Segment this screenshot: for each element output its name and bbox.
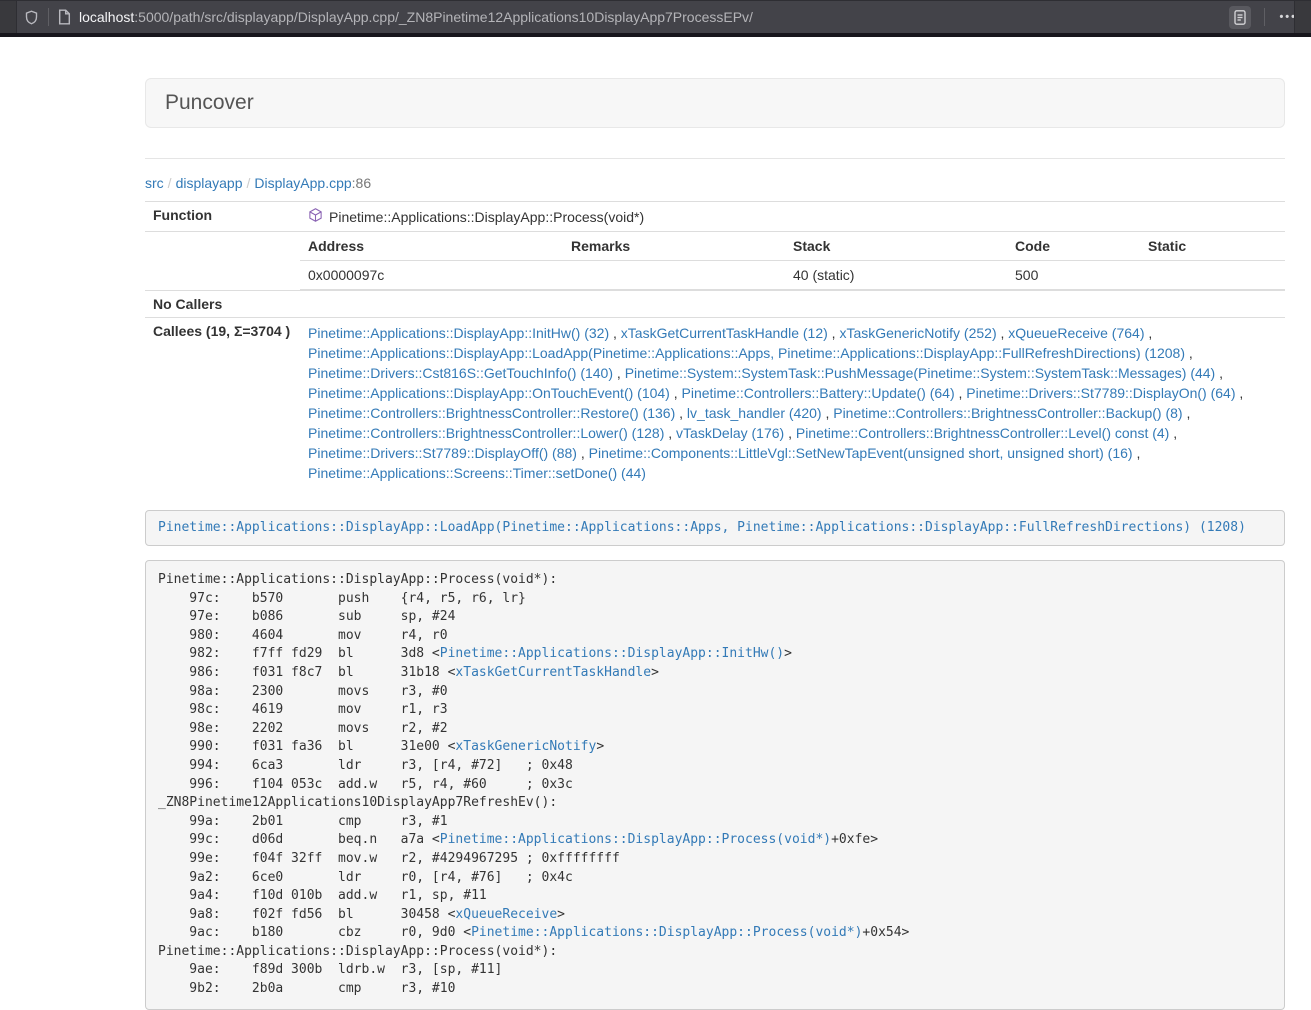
- details-header-row: Address Remarks Stack Code Static: [300, 232, 1285, 261]
- callee-link[interactable]: xTaskGetCurrentTaskHandle (12): [621, 325, 828, 341]
- window-edge: [1294, 1, 1311, 33]
- column-header-remarks: Remarks: [563, 232, 785, 261]
- window-divider: [0, 33, 1311, 37]
- callee-link[interactable]: Pinetime::Applications::DisplayApp::OnTo…: [308, 385, 670, 401]
- breadcrumb-line-number: :86: [352, 175, 371, 191]
- callee-link[interactable]: Pinetime::Drivers::St7789::DisplayOn() (…: [966, 385, 1235, 401]
- highlighted-symbol-banner: Pinetime::Applications::DisplayApp::Load…: [145, 510, 1285, 546]
- callee-link[interactable]: Pinetime::Components::LittleVgl::SetNewT…: [589, 445, 1133, 461]
- callees-label: Callees (19, Σ=3704 ): [145, 318, 300, 489]
- callee-link[interactable]: Pinetime::Applications::DisplayApp::Init…: [308, 325, 609, 341]
- loadapp-symbol-link[interactable]: Pinetime::Applications::DisplayApp::Load…: [158, 520, 1246, 535]
- url-bar[interactable]: localhost:5000/path/src/displayapp/Displ…: [79, 9, 1229, 25]
- page-container: Puncover src/displayapp/DisplayApp.cpp:8…: [145, 78, 1285, 1010]
- no-callers-label: No Callers: [145, 291, 300, 318]
- breadcrumb-link-file[interactable]: DisplayApp.cpp: [254, 175, 351, 191]
- column-header-static: Static: [1140, 232, 1285, 261]
- table-row-callees: Callees (19, Σ=3704 ) Pinetime::Applicat…: [145, 318, 1285, 489]
- details-data-row: 0x0000097c 40 (static) 500: [300, 261, 1285, 290]
- callee-link[interactable]: Pinetime::Drivers::St7789::DisplayOff() …: [308, 445, 577, 461]
- window-edge: [0, 1, 17, 33]
- callee-link[interactable]: Pinetime::Controllers::BrightnessControl…: [796, 425, 1169, 441]
- table-row-details: Address Remarks Stack Code Static 0x0000…: [145, 232, 1285, 291]
- asm-symbol-link[interactable]: Pinetime::Applications::DisplayApp::Init…: [440, 646, 784, 661]
- callee-link[interactable]: Pinetime::Applications::Screens::Timer::…: [308, 465, 646, 481]
- toolbar-separator: [48, 8, 49, 26]
- cube-icon: [308, 207, 323, 226]
- asm-symbol-link[interactable]: xTaskGetCurrentTaskHandle: [455, 665, 651, 680]
- callee-link[interactable]: lv_task_handler (420): [687, 405, 822, 421]
- asm-symbol-link[interactable]: Pinetime::Applications::DisplayApp::Proc…: [471, 925, 862, 940]
- callee-link[interactable]: xQueueReceive (764): [1008, 325, 1144, 341]
- column-header-stack: Stack: [785, 232, 1007, 261]
- callee-link[interactable]: Pinetime::Controllers::BrightnessControl…: [308, 405, 675, 421]
- toolbar-separator: [1264, 8, 1265, 26]
- asm-symbol-link[interactable]: xQueueReceive: [455, 907, 557, 922]
- breadcrumb-separator: /: [243, 175, 255, 191]
- column-header-address: Address: [300, 232, 563, 261]
- function-details-table: Address Remarks Stack Code Static 0x0000…: [300, 232, 1285, 290]
- callee-link[interactable]: Pinetime::Controllers::BrightnessControl…: [833, 405, 1182, 421]
- breadcrumb: src/displayapp/DisplayApp.cpp:86: [145, 175, 1285, 191]
- app-header-banner: Puncover: [145, 78, 1285, 128]
- reader-mode-icon[interactable]: [1229, 6, 1251, 29]
- page-proxy-icon[interactable]: [58, 9, 71, 25]
- table-row-function: Function Pinetime::Applications::Display…: [145, 202, 1285, 232]
- divider: [145, 158, 1285, 159]
- browser-toolbar: localhost:5000/path/src/displayapp/Displ…: [0, 0, 1311, 33]
- callee-link[interactable]: Pinetime::Applications::DisplayApp::Load…: [308, 345, 1185, 361]
- breadcrumb-separator: /: [164, 175, 176, 191]
- function-name: Pinetime::Applications::DisplayApp::Proc…: [329, 209, 644, 225]
- stack-value: 40 (static): [785, 261, 1007, 290]
- callee-link[interactable]: vTaskDelay (176): [676, 425, 784, 441]
- asm-symbol-link[interactable]: Pinetime::Applications::DisplayApp::Proc…: [440, 832, 831, 847]
- callee-link[interactable]: Pinetime::System::SystemTask::PushMessag…: [625, 365, 1216, 381]
- callee-link[interactable]: xTaskGenericNotify (252): [839, 325, 996, 341]
- callee-link[interactable]: Pinetime::Drivers::Cst816S::GetTouchInfo…: [308, 365, 613, 381]
- callees-list: Pinetime::Applications::DisplayApp::Init…: [300, 318, 1285, 489]
- static-value: [1140, 261, 1285, 290]
- asm-symbol-link[interactable]: xTaskGenericNotify: [455, 739, 596, 754]
- remarks-value: [563, 261, 785, 290]
- tracking-protection-shield-icon[interactable]: [24, 9, 39, 26]
- callee-link[interactable]: Pinetime::Controllers::Battery::Update()…: [682, 385, 955, 401]
- table-row-no-callers: No Callers: [145, 291, 1285, 318]
- function-label: Function: [145, 202, 300, 232]
- code-value: 500: [1007, 261, 1140, 290]
- callee-link[interactable]: Pinetime::Controllers::BrightnessControl…: [308, 425, 664, 441]
- breadcrumb-link-displayapp[interactable]: displayapp: [176, 175, 243, 191]
- breadcrumb-link-src[interactable]: src: [145, 175, 164, 191]
- function-info-table: Function Pinetime::Applications::Display…: [145, 201, 1285, 488]
- url-path: :5000/path/src/displayapp/DisplayApp.cpp…: [134, 9, 753, 25]
- address-value: 0x0000097c: [300, 261, 563, 290]
- column-header-code: Code: [1007, 232, 1140, 261]
- page-title: Puncover: [165, 91, 1265, 115]
- assembly-code: Pinetime::Applications::DisplayApp::Proc…: [145, 560, 1285, 1010]
- url-host: localhost: [79, 9, 134, 25]
